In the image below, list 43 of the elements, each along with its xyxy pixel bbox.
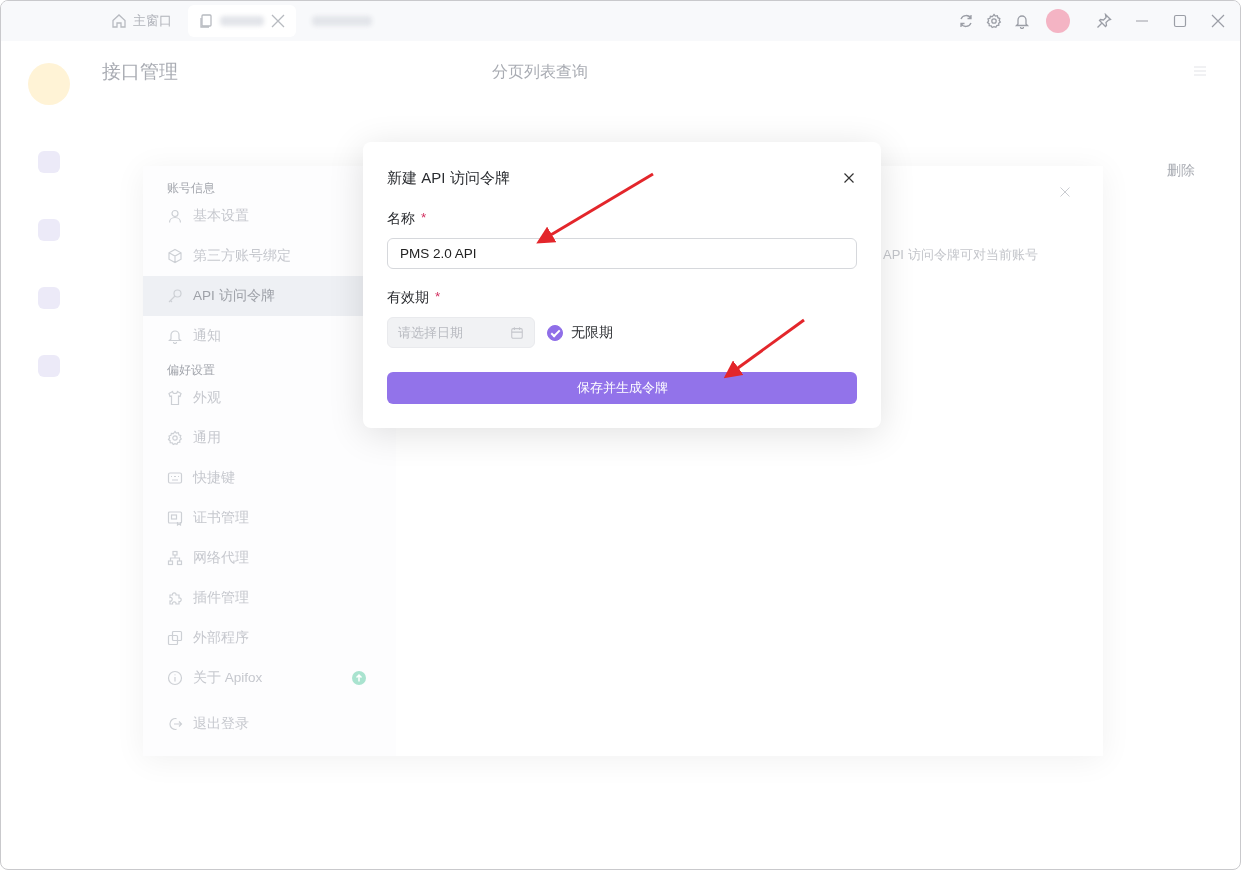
cube-icon: [167, 248, 183, 264]
network-icon: [167, 550, 183, 566]
tab-label: 主窗口: [133, 12, 172, 30]
close-icon[interactable]: [1059, 186, 1071, 198]
avatar[interactable]: [1046, 9, 1070, 33]
close-icon[interactable]: [1210, 13, 1226, 29]
bell-icon[interactable]: [1014, 13, 1030, 29]
checkbox-label: 无限期: [571, 323, 613, 342]
column-heading: 删除: [1167, 162, 1195, 180]
nav-label: API 访问令牌: [193, 287, 275, 305]
logout-icon: [167, 716, 183, 732]
overlapping-squares-icon: [167, 630, 183, 646]
puzzle-icon: [167, 590, 183, 606]
window-tab[interactable]: 主窗口: [101, 5, 182, 37]
app-logo: [27, 63, 70, 105]
section-heading: 账号信息: [166, 180, 216, 196]
document-icon: [198, 13, 214, 29]
field-label: 名称: [387, 210, 415, 228]
endpoint-title[interactable]: 分页列表查询: [492, 62, 588, 83]
home-icon: [111, 13, 127, 29]
settings-icon[interactable]: [986, 13, 1002, 29]
pin-icon[interactable]: [1096, 13, 1112, 29]
maximize-icon[interactable]: [1172, 13, 1188, 29]
certificate-icon: [167, 510, 183, 526]
info-icon: [167, 670, 183, 686]
user-icon: [167, 208, 183, 224]
gear-icon: [167, 430, 183, 446]
required-mark: *: [421, 210, 427, 227]
key-icon: [167, 288, 183, 304]
save-button[interactable]: 保存并生成令牌: [387, 372, 857, 404]
calendar-icon: [510, 326, 524, 340]
blurred-text: [220, 16, 264, 26]
shirt-icon: [167, 390, 183, 406]
keyboard-icon: [167, 470, 183, 486]
required-mark: *: [435, 289, 441, 306]
close-icon[interactable]: [270, 13, 286, 29]
section-heading: 偏好设置: [166, 362, 216, 378]
name-field[interactable]: PMS 2.0 API: [387, 238, 857, 269]
refresh-icon[interactable]: [958, 13, 974, 29]
dialog-title: 新建 API 访问令牌: [387, 168, 510, 188]
module-title: 接口管理: [102, 60, 178, 84]
bell-icon: [167, 328, 183, 344]
window-tab[interactable]: [188, 5, 296, 37]
